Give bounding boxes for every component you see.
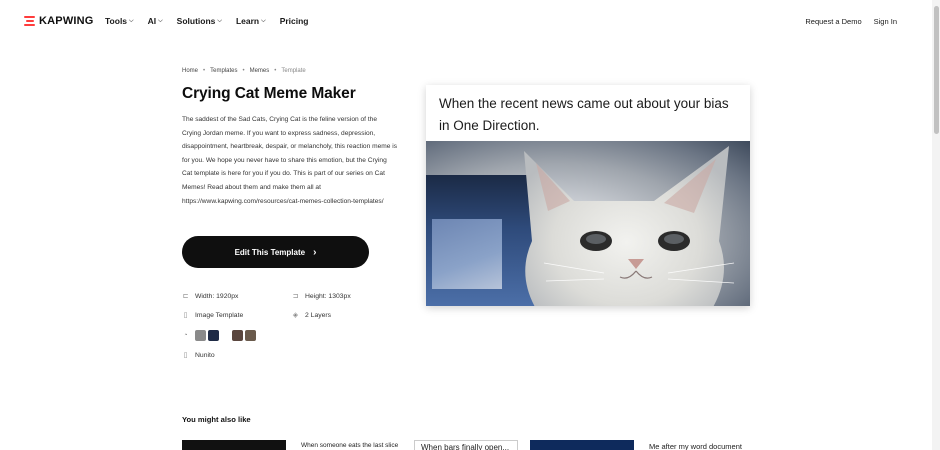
breadcrumb-separator: •	[203, 68, 206, 74]
template-description: The saddest of the Sad Cats, Crying Cat …	[182, 116, 398, 205]
template-thumbnail[interactable]: When someone eats the last slice	[298, 440, 406, 450]
layers-icon: ◈	[292, 312, 299, 319]
nav-ai[interactable]: AI ⌵	[148, 16, 163, 26]
you-might-also-like-heading: You might also like	[182, 415, 251, 424]
chevron-down-icon: ⌵	[261, 17, 266, 24]
meta-type: ▯ Image Template	[183, 312, 244, 319]
breadcrumb-separator: •	[274, 68, 277, 74]
breadcrumb-separator: •	[242, 68, 245, 74]
nav-tools[interactable]: Tools ⌵	[105, 16, 134, 26]
logo-icon	[24, 16, 35, 26]
palette-icon: ◔	[183, 332, 188, 339]
nav-pricing[interactable]: Pricing	[280, 16, 309, 26]
nav-learn[interactable]: Learn ⌵	[236, 16, 266, 26]
template-thumbnail[interactable]	[530, 440, 634, 450]
image-file-icon: ▯	[183, 312, 188, 319]
nav-links: Tools ⌵ AI ⌵ Solutions ⌵ Learn ⌵ Pricing	[105, 16, 309, 26]
chevron-down-icon: ⌵	[217, 17, 222, 24]
color-swatch[interactable]	[245, 330, 256, 341]
color-swatch[interactable]	[232, 330, 243, 341]
height-icon: ⊐	[292, 293, 299, 300]
chevron-down-icon: ⌵	[129, 17, 134, 24]
breadcrumb: Home • Templates • Memes • Template	[182, 68, 306, 74]
width-icon: ⊏	[182, 293, 189, 300]
kapwing-logo[interactable]: KAPWING	[24, 15, 94, 27]
cat-illustration	[524, 146, 735, 306]
meta-font: ▯ Nunito	[183, 352, 215, 359]
meta-height: ⊐ Height: 1303px	[292, 293, 351, 300]
template-thumbnail[interactable]: Me after my word document	[646, 440, 750, 450]
color-swatch[interactable]	[208, 330, 219, 341]
top-nav: KAPWING Tools ⌵ AI ⌵ Solutions ⌵ Learn ⌵ Pri…	[0, 0, 940, 44]
breadcrumb-current: Template	[281, 68, 306, 74]
sign-in-link[interactable]: Sign In	[874, 17, 897, 26]
breadcrumb-memes[interactable]: Memes	[250, 68, 270, 74]
edit-template-label: Edit This Template	[234, 247, 306, 257]
logo-text: KAPWING	[39, 15, 94, 27]
breadcrumb-home[interactable]: Home	[182, 68, 198, 74]
nav-solutions[interactable]: Solutions ⌵	[177, 16, 222, 26]
nav-right: Request a Demo Sign In	[805, 17, 897, 26]
scrollbar-thumb[interactable]	[934, 6, 939, 134]
template-preview[interactable]: When the recent news came out about your…	[426, 85, 750, 306]
crying-cat-image	[426, 141, 750, 306]
font-file-icon: ▯	[183, 352, 188, 359]
request-demo-link[interactable]: Request a Demo	[805, 17, 861, 26]
edit-template-button[interactable]: Edit This Template ›	[182, 236, 369, 268]
scrollbar[interactable]	[932, 0, 940, 450]
breadcrumb-templates[interactable]: Templates	[210, 68, 237, 74]
meta-layers: ◈ 2 Layers	[292, 312, 332, 319]
color-swatch[interactable]	[195, 330, 206, 341]
color-swatches	[195, 330, 256, 341]
meta-colors: ◔	[182, 330, 256, 341]
page-title: Crying Cat Meme Maker	[182, 85, 356, 102]
chevron-right-icon: ›	[313, 246, 317, 258]
meta-width: ⊏ Width: 1920px	[182, 293, 239, 300]
meme-caption: When the recent news came out about your…	[439, 96, 729, 133]
chevron-down-icon: ⌵	[158, 17, 163, 24]
template-thumbnail[interactable]: When bars finally open...	[414, 440, 518, 450]
template-thumbnail[interactable]	[182, 440, 286, 450]
